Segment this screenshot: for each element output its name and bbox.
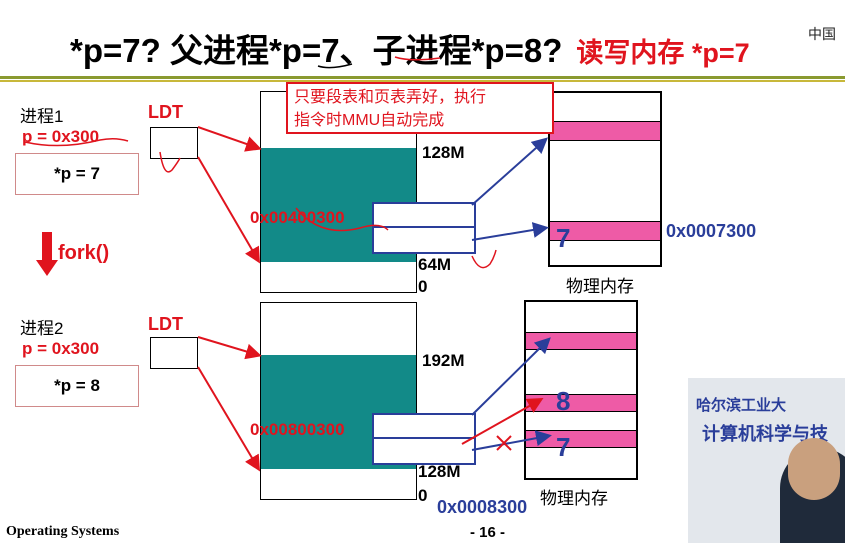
video-sign-line1: 哈尔滨工业大 [696, 397, 787, 414]
64m-handwriting [471, 249, 497, 269]
footer-course-name: Operating Systems [6, 524, 120, 539]
ldt-handwriting [159, 151, 181, 173]
p2-pt-to-frame-new [461, 398, 544, 445]
lecturer-face [788, 438, 840, 500]
p1-ldt-to-segment-bottom [197, 156, 261, 264]
addr-circle-annotation [295, 207, 389, 232]
p1-ldt-to-segment-top [197, 126, 262, 152]
p1-pt-to-frame-b [471, 222, 549, 241]
p2-pt-to-frame-a [471, 337, 551, 416]
lecturer-video-overlay: 哈尔滨工业大 计算机科学与技 [688, 378, 845, 543]
p2-ldt-to-segment-bottom [197, 366, 261, 472]
title-underline-annotation [394, 56, 441, 61]
p2-ldt-to-segment-top [197, 336, 262, 360]
p1-underline-annotation [24, 137, 129, 147]
p1-pt-to-frame-a [471, 137, 548, 206]
page-number: - 16 - [470, 524, 506, 541]
